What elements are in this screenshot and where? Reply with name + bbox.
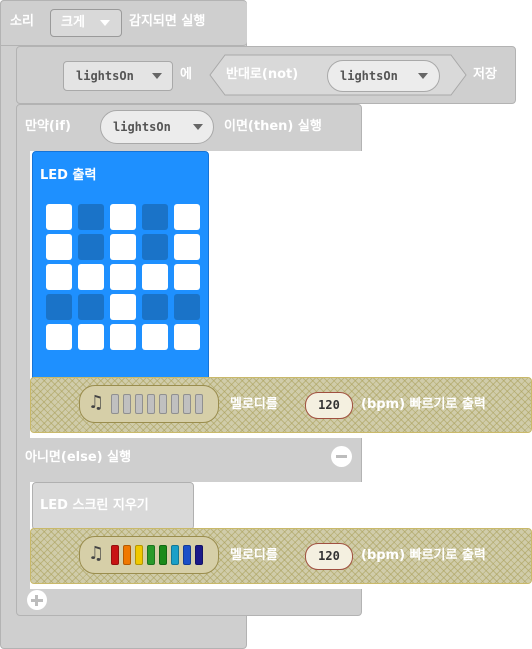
assign-particle: 에: [180, 67, 192, 82]
melody-note: [123, 394, 131, 414]
add-branch-icon[interactable]: [27, 590, 47, 610]
then-label: 이면(then) 실행: [224, 119, 322, 134]
assign-variable-name: lightsOn: [76, 69, 134, 83]
sound-event-body: [0, 0, 247, 46]
led-cell[interactable]: [46, 264, 72, 290]
tempo-value-2: 120: [318, 549, 340, 563]
event-label-suffix: 감지되면 실행: [129, 14, 206, 29]
clear-screen-label: LED 스크린 지우기: [40, 498, 149, 513]
led-cell[interactable]: [174, 264, 200, 290]
led-cell[interactable]: [142, 234, 168, 260]
melody-note: [195, 545, 203, 565]
else-label: 아니면(else) 실행: [25, 450, 132, 465]
led-cell[interactable]: [174, 234, 200, 260]
led-show-label: LED 출력: [40, 168, 97, 183]
event-label-prefix: 소리: [10, 14, 34, 29]
led-cell[interactable]: [78, 204, 104, 230]
melody-note: [183, 545, 191, 565]
led-grid[interactable]: [46, 204, 202, 352]
melody-note: [171, 394, 179, 414]
melody-note: [171, 545, 179, 565]
led-cell[interactable]: [110, 234, 136, 260]
led-cell[interactable]: [110, 294, 136, 320]
melody-note: [183, 394, 191, 414]
led-cell[interactable]: [78, 294, 104, 320]
melody-unit-2: (bpm) 빠르기로 출력: [361, 548, 486, 563]
tempo-value-1: 120: [318, 398, 340, 412]
sound-level-value: 크게: [61, 15, 85, 30]
led-cell[interactable]: [46, 204, 72, 230]
melody-note: [195, 394, 203, 414]
led-cell[interactable]: [46, 234, 72, 260]
led-cell[interactable]: [142, 294, 168, 320]
tempo-input-2[interactable]: 120: [305, 543, 353, 570]
led-cell[interactable]: [110, 324, 136, 350]
melody-notes-1: [111, 394, 211, 414]
led-cell[interactable]: [78, 264, 104, 290]
melody-note: [135, 394, 143, 414]
melody-label-2: 멜로디를: [230, 548, 278, 563]
led-cell[interactable]: [174, 294, 200, 320]
if-label: 만약(if): [25, 119, 71, 134]
led-cell[interactable]: [46, 324, 72, 350]
music-note-icon: ♫: [88, 392, 105, 413]
led-cell[interactable]: [142, 204, 168, 230]
led-cell[interactable]: [142, 264, 168, 290]
tempo-input-1[interactable]: 120: [305, 392, 353, 419]
melody-note: [147, 394, 155, 414]
chevron-down-icon: [152, 73, 162, 79]
melody-note: [159, 394, 167, 414]
melody-note: [159, 545, 167, 565]
melody-note: [135, 545, 143, 565]
led-cell[interactable]: [78, 234, 104, 260]
chevron-down-icon: [418, 73, 428, 79]
remove-else-icon[interactable]: [331, 446, 352, 467]
led-cell[interactable]: [174, 204, 200, 230]
melody-label-1: 멜로디를: [230, 397, 278, 412]
condition-variable-name: lightsOn: [113, 120, 171, 134]
sound-level-dropdown[interactable]: 크게: [50, 9, 122, 37]
led-cell[interactable]: [110, 204, 136, 230]
not-variable-name: lightsOn: [340, 69, 398, 83]
melody-note: [123, 545, 131, 565]
chevron-down-icon: [193, 124, 203, 130]
store-label: 저장: [473, 67, 497, 82]
melody-notes-2: [111, 545, 211, 565]
led-cell[interactable]: [78, 324, 104, 350]
melody-note: [111, 545, 119, 565]
led-cell[interactable]: [46, 294, 72, 320]
melody-unit-1: (bpm) 빠르기로 출력: [361, 397, 486, 412]
melody-note: [147, 545, 155, 565]
music-note-icon: ♫: [88, 543, 105, 564]
led-cell[interactable]: [142, 324, 168, 350]
led-cell[interactable]: [174, 324, 200, 350]
led-cell[interactable]: [110, 264, 136, 290]
not-label: 반대로(not): [226, 67, 299, 82]
chevron-down-icon: [100, 20, 110, 26]
melody-note: [111, 394, 119, 414]
